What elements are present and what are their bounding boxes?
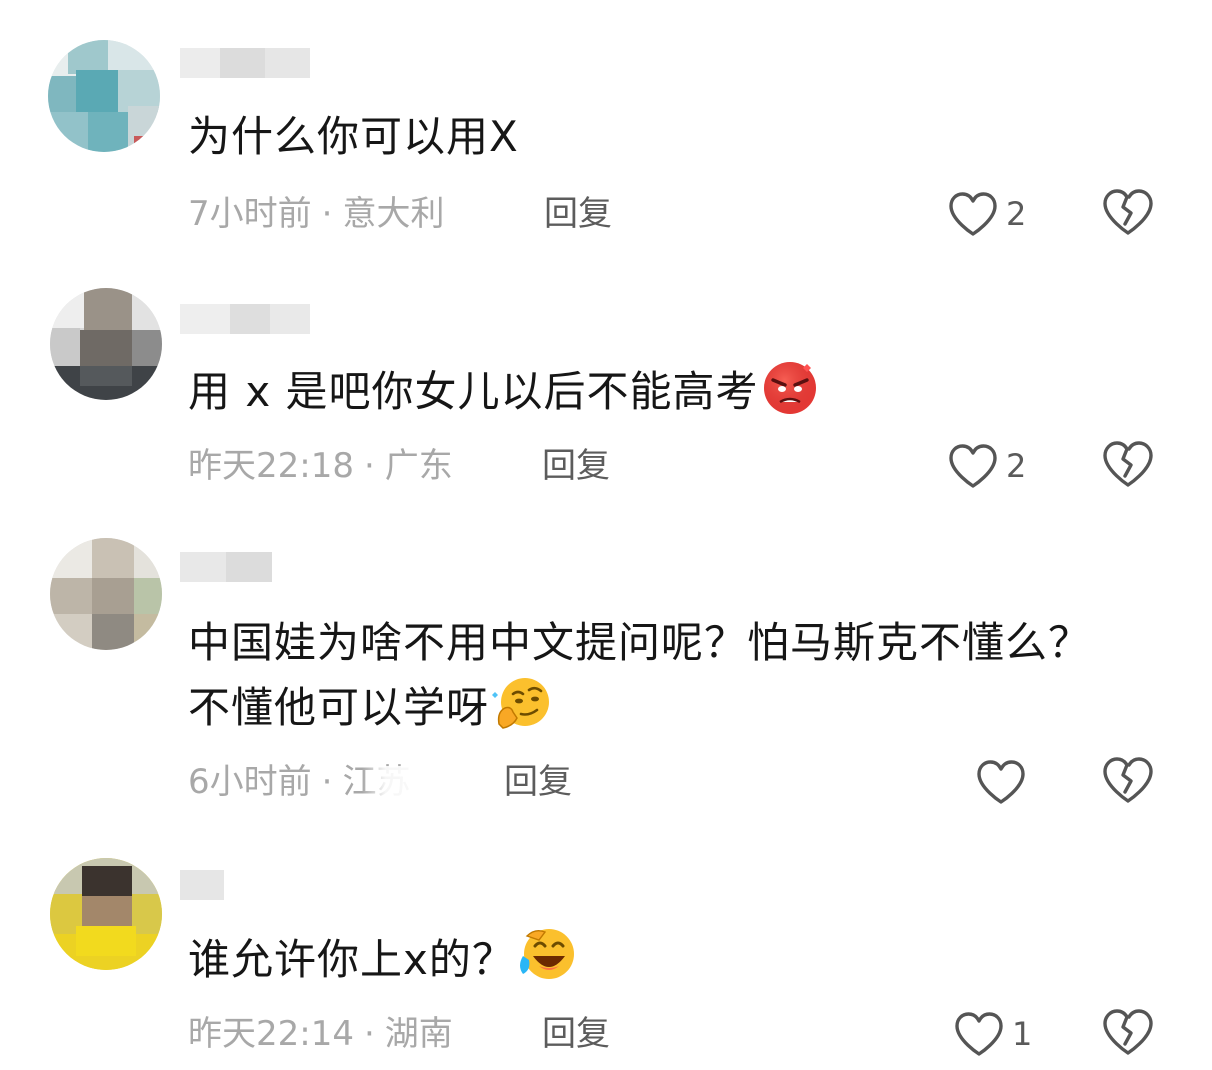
comment-meta: 昨天22:14 · 湖南 — [188, 1012, 453, 1056]
like-count: 2 — [1006, 195, 1027, 233]
heart-outline-icon — [977, 760, 1025, 804]
meta-separator: · — [321, 762, 333, 802]
comment-text-line: 中国娃为啥不用中文提问呢？怕马斯克不懂么？ — [188, 618, 1092, 667]
comment-text-line: 为什么你可以用X — [188, 112, 519, 161]
like-button[interactable] — [976, 756, 1034, 808]
dislike-button[interactable] — [1102, 440, 1154, 492]
comment-text: 为什么你可以用X — [188, 106, 519, 168]
comment-text: 谁允许你上x的？ — [188, 926, 577, 1001]
like-button[interactable]: 1 — [954, 1008, 1032, 1060]
comment-text-line-2: 不懂他可以学呀 — [188, 683, 490, 732]
avatar[interactable] — [50, 858, 162, 970]
username-blurred[interactable] — [180, 552, 272, 582]
comment-location: 意大利 — [342, 194, 445, 234]
broken-heart-icon — [1103, 441, 1153, 487]
username-blurred[interactable] — [180, 48, 310, 78]
like-button[interactable]: 2 — [948, 440, 1026, 492]
comment-meta: 6小时前 · 江苏 — [188, 760, 441, 804]
thinking-smirk-emoji — [491, 674, 553, 749]
like-count: 2 — [1006, 447, 1027, 485]
comment-text: 中国娃为啥不用中文提问呢？怕马斯克不懂么？ 不懂他可以学呀 — [188, 612, 1091, 736]
username-blurred[interactable] — [180, 304, 310, 334]
broken-heart-icon — [1103, 757, 1153, 803]
comment-time: 昨天22:18 — [188, 446, 354, 486]
avatar[interactable] — [50, 538, 162, 650]
reply-button[interactable]: 回复 — [544, 192, 612, 236]
like-button[interactable]: 2 — [948, 188, 1026, 240]
comment-text: 用 x 是吧你女儿以后不能高考 — [188, 358, 819, 433]
comment-location: 广东 — [384, 446, 453, 486]
comment-text-line: 不懂他可以学呀 — [188, 674, 1091, 736]
comment-text-line: 谁允许你上x的？ — [188, 935, 515, 984]
meta-separator: · — [363, 446, 375, 486]
like-count: 1 — [1012, 1015, 1033, 1053]
comment-text-line: 用 x 是吧你女儿以后不能高考 — [188, 367, 759, 416]
meta-separator: · — [321, 194, 333, 234]
comment-time: 7小时前 — [188, 194, 312, 234]
username-blurred[interactable] — [180, 870, 224, 900]
comment-location: 湖南 — [384, 1014, 453, 1054]
dislike-button[interactable] — [1102, 1008, 1154, 1060]
dislike-button[interactable] — [1102, 756, 1154, 808]
reply-button[interactable]: 回复 — [542, 1012, 610, 1056]
heart-outline-icon — [949, 192, 997, 236]
avatar[interactable] — [50, 288, 162, 400]
meta-separator: · — [363, 1014, 375, 1054]
avatar[interactable] — [48, 40, 160, 152]
dislike-button[interactable] — [1102, 188, 1154, 240]
comment-meta: 昨天22:18 · 广东 — [188, 444, 453, 488]
reply-button[interactable]: 回复 — [504, 760, 572, 804]
comment-location: 江苏 — [342, 762, 441, 804]
reply-button[interactable]: 回复 — [542, 444, 610, 488]
laughing-crying-emoji — [517, 926, 577, 1001]
comment-time: 昨天22:14 — [188, 1014, 354, 1054]
broken-heart-icon — [1103, 189, 1153, 235]
heart-outline-icon — [955, 1012, 1003, 1056]
heart-outline-icon — [949, 444, 997, 488]
angry-face-emoji — [761, 358, 819, 433]
comment-time: 6小时前 — [188, 762, 312, 802]
broken-heart-icon — [1103, 1009, 1153, 1055]
comment-meta: 7小时前 · 意大利 — [188, 192, 444, 236]
